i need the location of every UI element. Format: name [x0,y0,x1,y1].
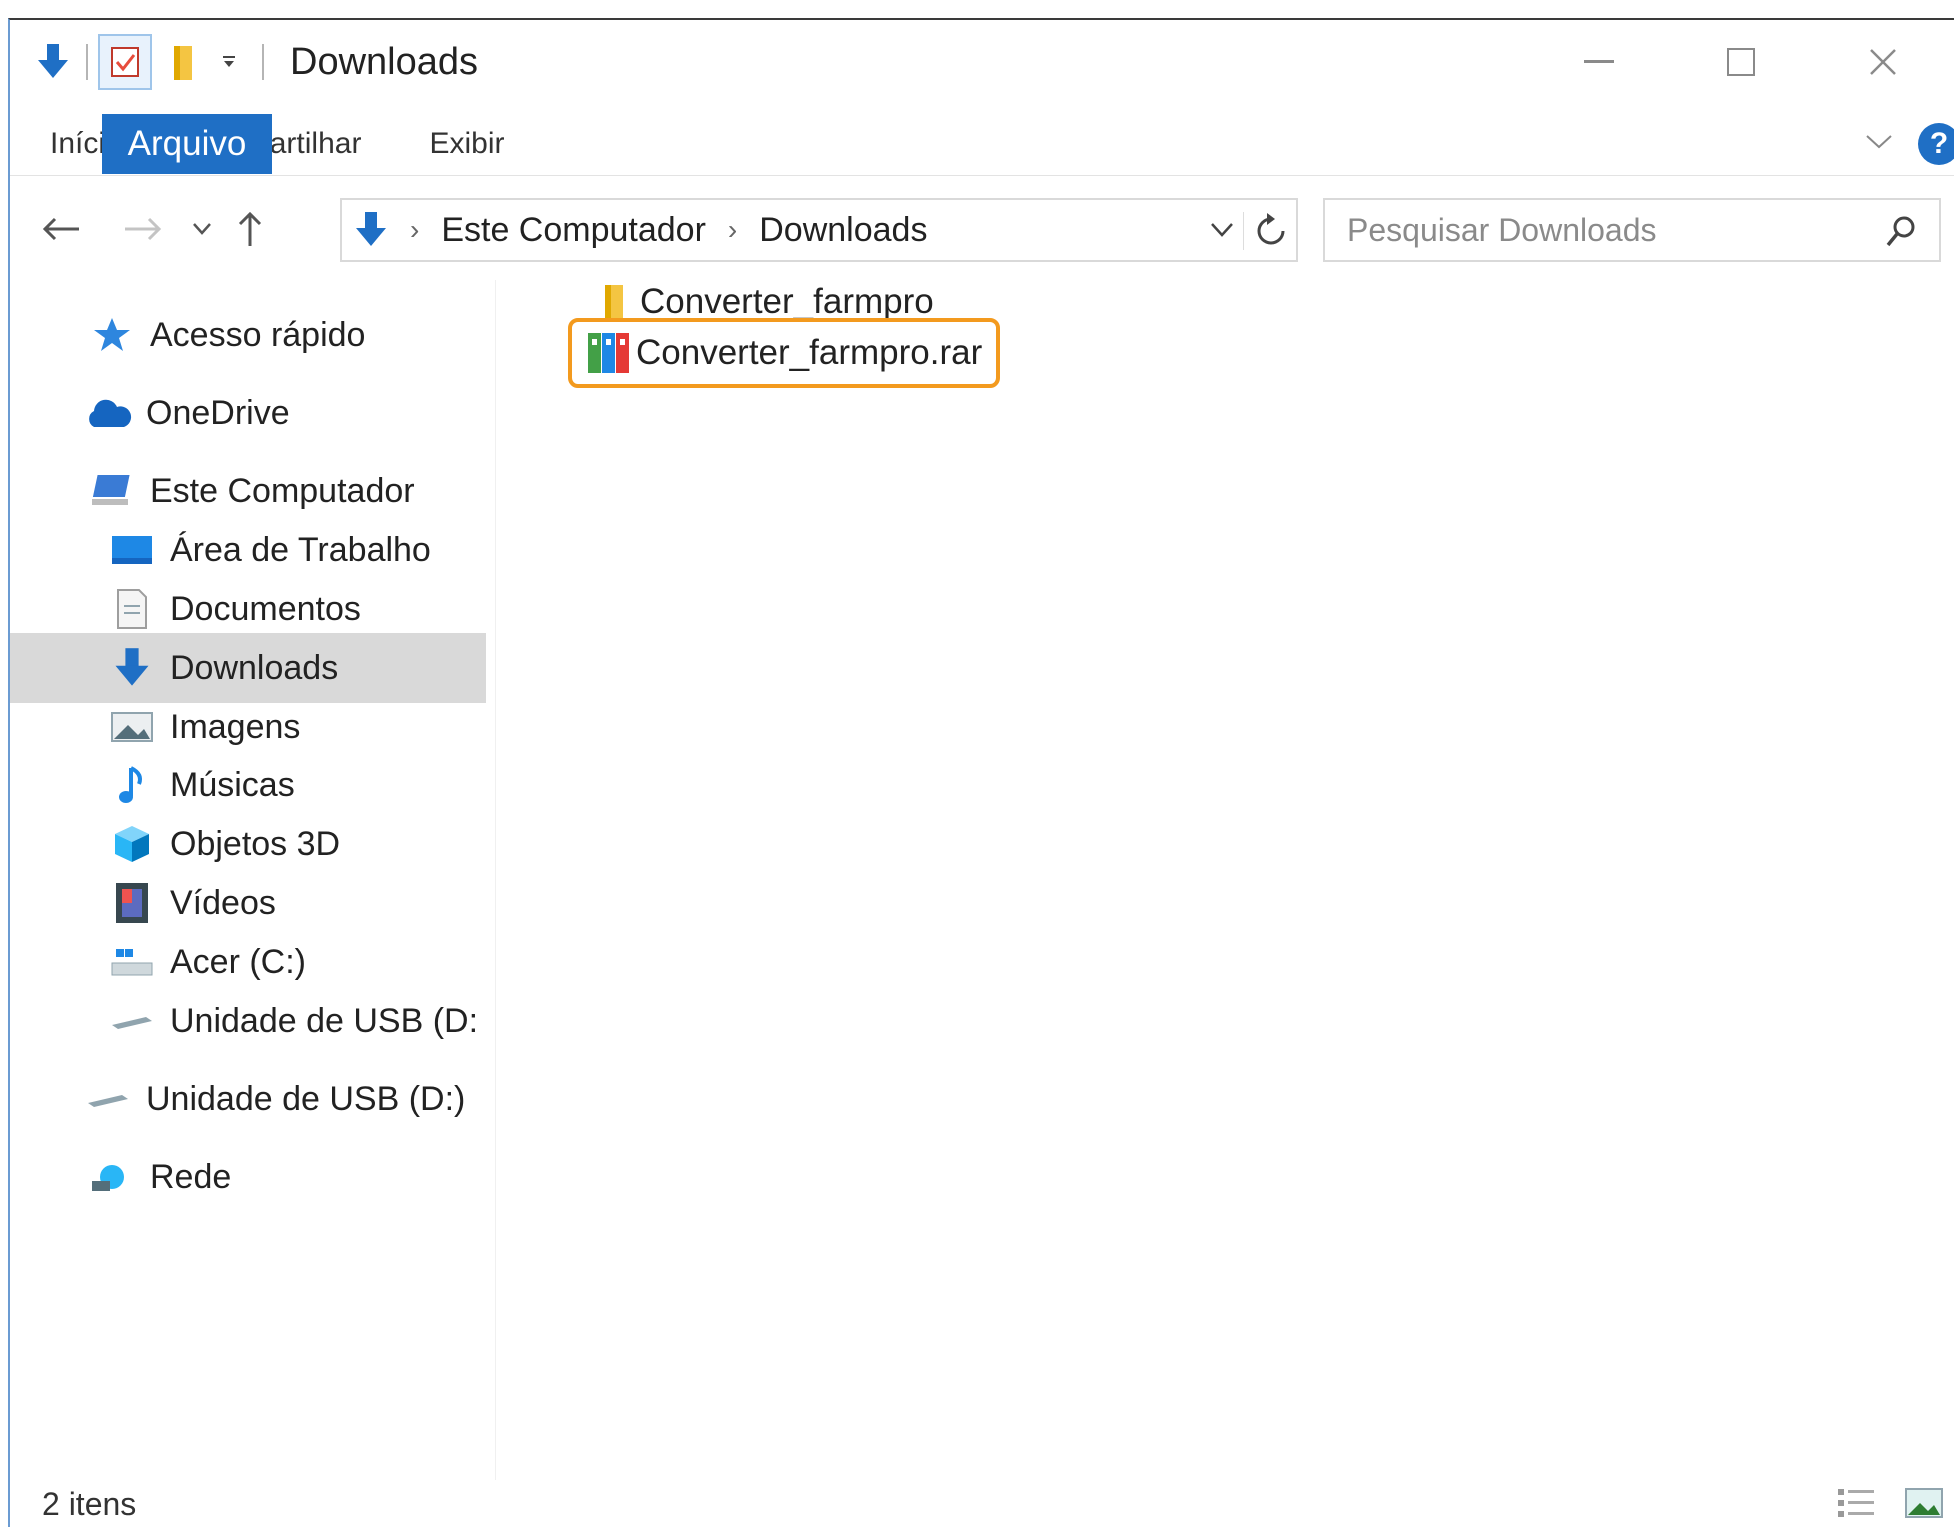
sidebar-item-acesso-rapido[interactable]: Acesso rápido [10,300,486,370]
desktop-icon [108,526,156,574]
forward-arrow-icon[interactable] [118,204,168,254]
explorer-window: Downloads Arquivo Início Compartilhar Ex… [8,18,1954,1527]
download-icon [354,210,388,250]
navigation-pane: Acesso rápido OneDrive Este Computador Á… [10,280,496,1480]
view-buttons [1836,1478,1944,1528]
breadcrumb-este-computador[interactable]: Este Computador [441,211,706,250]
chevron-right-icon: › [410,214,420,245]
sidebar-item-usb-d[interactable]: Unidade de USB (D:) [10,1064,486,1134]
divider [262,44,264,80]
minimize-button[interactable] [1528,20,1670,104]
ribbon-tabs: Arquivo Início Compartilhar Exibir ? [10,112,1954,176]
sidebar-item-label: Músicas [170,765,295,804]
sidebar-item-label: Downloads [170,648,339,687]
search-icon[interactable] [1885,214,1917,248]
navigation-bar: › Este Computador › Downloads Pesquisar … [10,190,1954,270]
customize-dropdown-icon[interactable] [206,39,252,85]
window-title: Downloads [290,40,478,83]
star-icon [88,311,136,359]
sidebar-item-label: OneDrive [146,393,290,432]
recent-locations-chevron-icon[interactable] [182,204,222,254]
file-name: Converter_farmpro.rar [636,333,983,372]
help-icon[interactable]: ? [1918,123,1954,165]
file-list: Converter_farmpro Converter_farmpro.rar [498,280,1954,1480]
tab-exibir[interactable]: Exibir [395,112,538,176]
computer-icon [88,467,136,515]
window-controls [1528,20,1954,104]
network-icon [88,1153,136,1201]
divider [86,44,88,80]
sidebar-item-label: Imagens [170,707,301,746]
image-icon [108,703,156,751]
search-box[interactable]: Pesquisar Downloads [1323,198,1941,262]
status-bar: 2 itens [10,1480,1954,1529]
download-icon[interactable] [30,39,76,85]
sidebar-item-label: Rede [150,1157,232,1196]
cube-icon [108,820,156,868]
drive-icon [108,938,156,986]
sidebar-item-label: Área de Trabalho [170,530,431,569]
expand-ribbon-icon[interactable] [1864,133,1894,156]
list-item-highlighted[interactable]: Converter_farmpro.rar [568,318,1001,388]
sidebar-item-label: Este Computador [150,471,415,510]
sidebar-item-label: Documentos [170,589,361,628]
sidebar-item-usb-d-sub[interactable]: Unidade de USB (D: [10,986,486,1056]
document-icon [108,585,156,633]
address-dropdown-icon[interactable] [1210,222,1234,238]
cloud-icon [84,389,132,437]
close-button[interactable] [1812,20,1954,104]
large-icons-view-icon[interactable] [1904,1486,1944,1520]
video-icon [108,879,156,927]
maximize-button[interactable] [1670,20,1812,104]
address-bar[interactable]: › Este Computador › Downloads [340,198,1298,262]
ribbon-right-controls: ? [1864,112,1954,176]
sidebar-item-rede[interactable]: Rede [10,1142,486,1212]
refresh-icon[interactable] [1243,212,1288,250]
sidebar-item-onedrive[interactable]: OneDrive [10,378,486,448]
item-count: 2 itens [42,1486,137,1522]
title-bar: Downloads [10,20,1954,104]
back-arrow-icon[interactable] [36,204,86,254]
music-icon [108,761,156,809]
details-view-icon[interactable] [1836,1486,1876,1520]
usb-drive-icon [108,997,156,1045]
usb-drive-icon [84,1075,132,1123]
sidebar-item-label: Vídeos [170,883,276,922]
rar-archive-icon [586,328,632,378]
sidebar-item-label: Objetos 3D [170,824,341,863]
new-folder-icon[interactable] [160,39,206,85]
sidebar-item-label: Acer (C:) [170,942,306,981]
chevron-right-icon: › [727,214,738,245]
properties-checkbox-icon[interactable] [98,34,152,90]
sidebar-item-label: Unidade de USB (D: [170,1001,479,1040]
download-icon [108,644,156,692]
breadcrumb-downloads[interactable]: Downloads [759,211,927,250]
quick-access-toolbar [10,20,274,104]
sidebar-item-label: Acesso rápido [150,315,366,354]
file-name: Converter_farmpro [640,282,934,321]
search-placeholder: Pesquisar Downloads [1347,211,1657,248]
tab-arquivo[interactable]: Arquivo [102,113,272,174]
up-arrow-icon[interactable] [228,204,272,254]
sidebar-item-label: Unidade de USB (D:) [146,1079,466,1118]
